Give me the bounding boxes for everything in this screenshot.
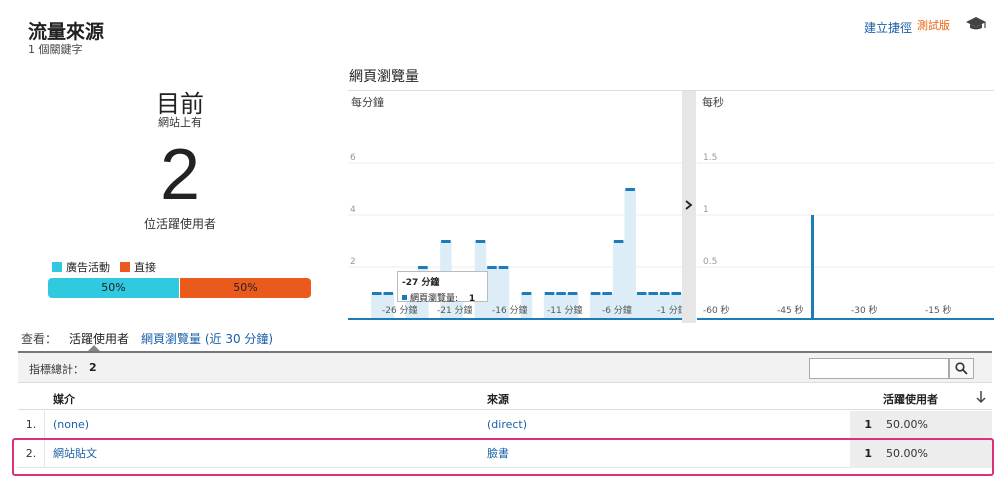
per-minute-label: 每分鐘 <box>351 96 384 109</box>
tooltip-swatch <box>402 295 407 300</box>
y-tick-label: 4 <box>350 205 356 215</box>
bar <box>648 292 658 295</box>
y-tick-label: 0.5 <box>703 257 717 267</box>
legend-label: 廣告活動 <box>66 261 110 274</box>
x-tick-label: -30 秒 <box>851 304 878 316</box>
bar <box>590 292 601 295</box>
totals-value: 2 <box>89 361 97 374</box>
column-header-active-users[interactable]: 活躍使用者 <box>883 391 938 407</box>
bar <box>383 292 394 295</box>
bar <box>556 292 566 295</box>
bar <box>372 292 382 295</box>
row-source-link[interactable]: (direct) <box>487 411 527 439</box>
y-tick-label: 1.5 <box>703 153 717 163</box>
view-label: 查看： <box>21 332 58 346</box>
view-tabs: 查看： 活躍使用者 網頁瀏覽量 (近 30 分鐘) <box>21 330 273 347</box>
realtime-subheading: 網站上有 <box>158 116 202 129</box>
bar <box>671 292 681 295</box>
bar <box>613 240 624 243</box>
bar <box>811 215 814 319</box>
table-row: 1. (none) (direct) 1 50.00% <box>18 411 992 439</box>
row-percentage: 50.00% <box>876 411 992 439</box>
y-tick-label: 1 <box>703 205 709 215</box>
column-header-source[interactable]: 來源 <box>487 391 509 407</box>
row-highlight-frame <box>12 438 994 476</box>
bar <box>567 292 578 295</box>
chart-tooltip: -27 分鐘 網頁瀏覽量: 1 <box>397 271 488 304</box>
bar <box>602 292 612 295</box>
tooltip-series: 網頁瀏覽量: <box>410 294 459 304</box>
split-segment-campaign: 50% <box>48 278 179 298</box>
x-tick-label: -6 分鐘 <box>602 304 632 316</box>
bar <box>441 240 451 243</box>
bar <box>475 240 486 243</box>
totals-label: 指標總計： <box>29 363 84 376</box>
x-tick-label: -45 秒 <box>777 304 804 316</box>
row-medium-link[interactable]: (none) <box>53 411 89 439</box>
bar <box>544 292 555 295</box>
sort-descending-icon[interactable] <box>975 390 987 404</box>
x-tick-label: -16 分鐘 <box>492 304 528 316</box>
graduation-cap-icon[interactable] <box>965 15 987 33</box>
row-index: 1. <box>18 411 45 439</box>
split-segment-direct: 50% <box>179 278 311 298</box>
search-icon <box>955 362 968 375</box>
bar <box>625 188 635 191</box>
page-title: 流量來源 <box>28 21 105 43</box>
per-second-label: 每秒 <box>702 96 724 109</box>
bar <box>418 266 428 269</box>
search-button[interactable] <box>949 358 974 379</box>
page-subtitle: 1 個關鍵字 <box>28 43 83 56</box>
active-user-unit: 位活躍使用者 <box>143 217 216 231</box>
legend-item-campaign: 廣告活動 <box>52 259 110 275</box>
legend-label: 直接 <box>134 261 156 274</box>
bar <box>487 266 497 269</box>
bar <box>521 292 532 295</box>
channel-split-bar: 50% 50% <box>48 278 311 298</box>
table-header-row: 媒介 來源 活躍使用者 <box>18 385 992 410</box>
x-tick-label: -21 分鐘 <box>437 304 473 316</box>
column-header-medium[interactable]: 媒介 <box>53 391 75 407</box>
bar <box>659 292 670 295</box>
bar <box>498 266 509 269</box>
tooltip-title: -27 分鐘 <box>402 278 440 288</box>
beta-badge: 測試版 <box>917 19 950 32</box>
tooltip-row: 網頁瀏覽量: 1 <box>402 291 483 304</box>
y-tick-label: 2 <box>350 257 356 267</box>
tab-pageviews-30min[interactable]: 網頁瀏覽量 (近 30 分鐘) <box>141 330 273 347</box>
y-tick-label: 6 <box>350 153 356 163</box>
chart-title: 網頁瀏覽量 <box>349 69 419 85</box>
legend-item-direct: 直接 <box>120 259 156 275</box>
x-tick-label: -11 分鐘 <box>547 304 583 316</box>
x-tick-label: -60 秒 <box>703 304 730 316</box>
channel-legend: 廣告活動 直接 <box>52 259 156 275</box>
active-user-count: 2 <box>159 135 201 215</box>
x-tick-label: -15 秒 <box>925 304 952 316</box>
row-active-users: 1 <box>850 411 876 439</box>
x-tick-label: -26 分鐘 <box>382 304 418 316</box>
tooltip-value: 1 <box>468 294 476 304</box>
table-search-input[interactable] <box>809 358 949 379</box>
bar <box>636 292 647 295</box>
create-shortcut-link[interactable]: 建立捷徑 <box>864 19 912 36</box>
